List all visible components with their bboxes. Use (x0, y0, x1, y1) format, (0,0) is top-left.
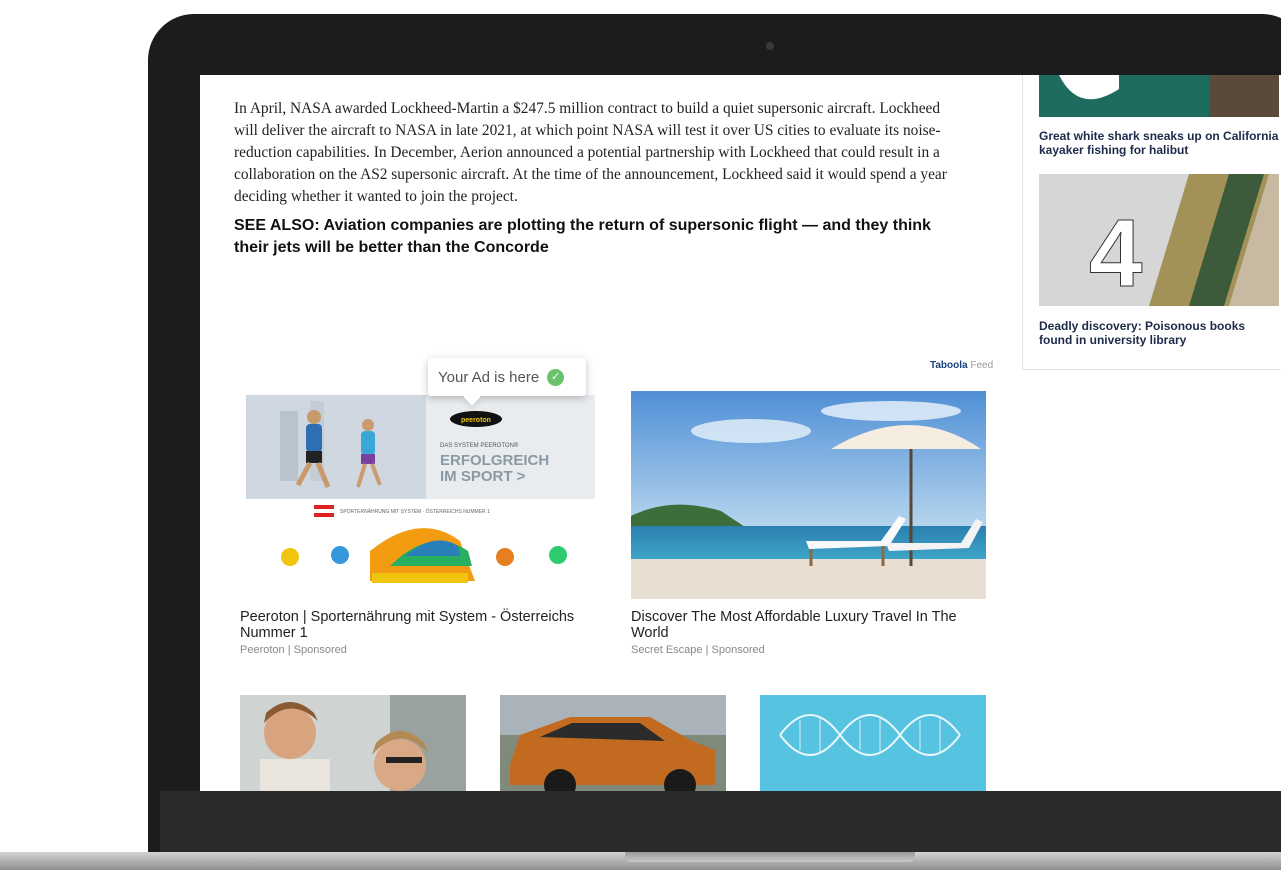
ad-headline-1: ERFOLGREICH (440, 452, 549, 469)
camera-icon (766, 42, 774, 50)
sponsored-card-secret-escape[interactable]: Discover The Most Affordable Luxury Trav… (631, 391, 986, 656)
ad-image-people[interactable] (240, 695, 466, 791)
ad-image-car[interactable] (500, 695, 726, 791)
ad-placement-tooltip: Your Ad is here ✓ (428, 358, 586, 396)
ad-image-peeroton[interactable]: peeroton DAS SYSTEM PEEROTON® ERFOLGREIC… (240, 391, 595, 599)
sponsored-card-peeroton[interactable]: peeroton DAS SYSTEM PEEROTON® ERFOLGREIC… (240, 391, 595, 656)
trending-image-books[interactable]: 4 (1039, 174, 1279, 306)
trending-title[interactable]: Great white shark sneaks up on Californi… (1039, 129, 1279, 157)
sponsored-label: Sponsored (293, 644, 347, 656)
article-paragraph: In April, NASA awarded Lockheed-Martin a… (234, 100, 947, 206)
trending-sidebar: Great white shark sneaks up on Californi… (1022, 75, 1281, 370)
see-also-link[interactable]: SEE ALSO: Aviation companies are plottin… (234, 215, 954, 259)
taboola-feed-label: Feed (970, 360, 994, 371)
ad-source: Secret Escape (631, 644, 703, 656)
trending-image-shark[interactable] (1039, 75, 1279, 117)
rank-number: 4 (1089, 200, 1142, 306)
ad-source: Peeroton (240, 644, 285, 656)
laptop-notch (625, 852, 915, 862)
laptop-chin (160, 791, 1281, 853)
sponsored-label: Sponsored (711, 644, 765, 656)
ad-image-beach[interactable] (631, 391, 986, 599)
browser-viewport: In April, NASA awarded Lockheed-Martin a… (200, 75, 1281, 791)
ad-title[interactable]: Peeroton | Sporternährung mit System - Ö… (240, 609, 595, 641)
ad-subline: SPORTERNÄHRUNG MIT SYSTEM · ÖSTERREICHS … (340, 508, 490, 515)
ad-tagline: DAS SYSTEM PEEROTON® (440, 442, 519, 449)
taboola-brand: Taboola (930, 360, 968, 371)
svg-text:peeroton: peeroton (461, 417, 491, 424)
ad-meta: Secret Escape | Sponsored (631, 644, 765, 656)
trending-title[interactable]: Deadly discovery: Poisonous books found … (1039, 319, 1279, 347)
ad-image-dna[interactable] (760, 695, 986, 791)
ad-headline-2: IM SPORT > (440, 468, 526, 485)
ad-meta: Peeroton | Sponsored (240, 644, 347, 656)
tooltip-text: Your Ad is here (438, 368, 540, 386)
check-icon: ✓ (547, 368, 565, 386)
ad-title[interactable]: Discover The Most Affordable Luxury Trav… (631, 609, 986, 641)
taboola-feed-logo[interactable]: Taboola Feed (930, 360, 993, 371)
